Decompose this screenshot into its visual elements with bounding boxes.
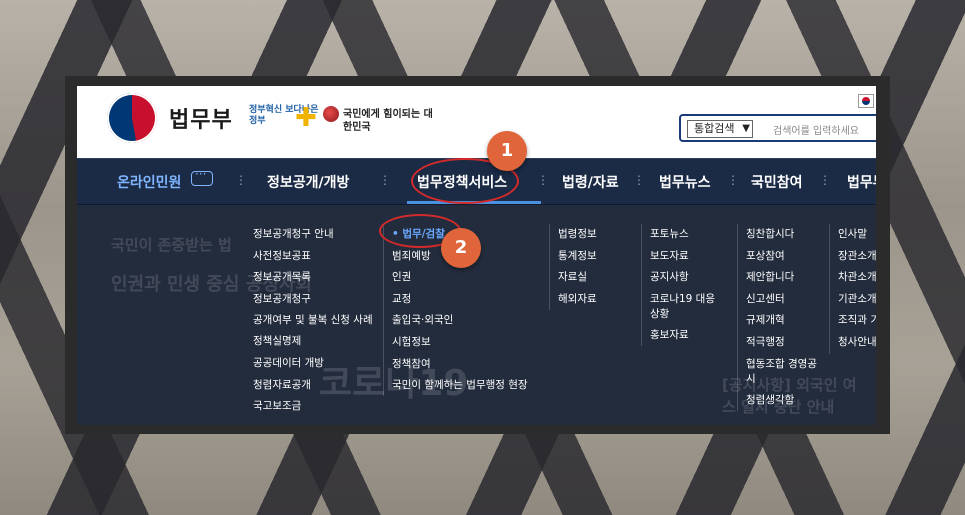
menu-link[interactable]: 정보공개목록 [253,267,373,289]
menu-link[interactable]: 정책실명제 [253,331,373,353]
menu-link[interactable]: 신고센터 [746,289,822,311]
menu-link[interactable]: 공지사항 [650,267,726,289]
plus-icon: ✚ [295,103,317,133]
nav-separator: ⋮ [633,173,645,187]
menu-link[interactable]: 출입국·외국인 [392,310,532,332]
menu-link[interactable]: 청사안내 [838,332,876,354]
nav-separator: ⋮ [379,173,391,187]
menu-link[interactable]: 인권 [392,267,532,289]
nav-news[interactable]: 법무뉴스 [659,172,711,192]
nav-laws-data[interactable]: 법령/자료 [562,172,619,192]
search-box: 통합검색 ▼ 검색어를 입력하세요 [679,114,876,142]
menu-link[interactable]: 국민이 함께하는 법무행정 현장 [392,375,532,396]
menu-column-participation: 칭찬합시다 포상참여 제안합니다 신고센터 규제개혁 적극행정 협동조합 경영공… [737,224,822,412]
menu-link[interactable]: 조직과 기능 [838,310,876,332]
government-emblem-icon[interactable] [107,93,157,143]
nav-online-service[interactable]: 온라인민원 [117,172,181,192]
search-scope-select[interactable]: 통합검색 ▼ [687,120,753,138]
menu-link[interactable]: 시험정보 [392,332,532,354]
menu-link[interactable]: 국고보조금 [253,396,373,418]
menu-link[interactable]: 통계정보 [558,246,634,268]
menu-link[interactable]: 차관소개 [838,267,876,289]
menu-link[interactable]: 규제개혁 [746,310,822,332]
menu-link[interactable]: 해외자료 [558,289,634,311]
annotation-badge-1: 1 [487,131,527,171]
menu-link[interactable]: 장관소개 [838,246,876,268]
search-scope-value: 통합검색 [694,122,735,135]
menu-link[interactable]: 법령정보 [558,224,634,246]
ghost-banner-text: 국민이 존중받는 법 [111,236,232,254]
menu-column-ministry: 인사말 장관소개 차관소개 기관소개 조직과 기능 청사안내 [829,224,876,354]
menu-link[interactable]: 정보공개청구 [253,289,373,311]
menu-column-news: 포토뉴스 보도자료 공지사항 코로나19 대응 상황 홍보자료 [641,224,726,347]
menu-link[interactable]: 포토뉴스 [650,224,726,246]
chevron-down-icon: ▼ [742,123,750,134]
menu-link[interactable]: 포상참여 [746,246,822,268]
national-slogan-logo: 국민에게 힘이되는 대한민국 [323,106,433,134]
annotation-badge-2: 2 [441,228,481,268]
menu-link[interactable]: 청렴생각함 [746,390,822,412]
nav-separator: ⋮ [537,173,549,187]
nav-participation[interactable]: 국민참여 [751,172,803,192]
menu-link[interactable]: 협동조합 경영공시 [746,354,822,390]
menu-link[interactable]: 청렴자료공개 [253,375,373,397]
ministry-name[interactable]: 법무부 [169,102,233,134]
gov-innovation-logo: 정부혁신 보다나은 정부 ✚ [249,105,319,133]
menu-link[interactable]: 기관소개 [838,289,876,311]
nav-separator: ⋮ [727,173,739,187]
slogan-right-text: 국민에게 힘이되는 대한민국 [343,109,433,133]
search-input[interactable]: 검색어를 입력하세요 [773,122,859,137]
menu-link[interactable]: 자료실 [558,267,634,289]
menu-link[interactable]: 칭찬합시다 [746,224,822,246]
korean-flag-icon[interactable] [858,94,874,108]
menu-link[interactable]: 코로나19 대응 상황 [650,289,726,325]
menu-link[interactable]: 정책참여 [392,354,532,376]
nav-separator: ⋮ [235,173,247,187]
nav-separator: ⋮ [819,173,831,187]
menu-column-laws: 법령정보 통계정보 자료실 해외자료 [549,224,634,311]
menu-link[interactable]: 공개여부 및 불복 신청 사례 [253,310,373,331]
menu-link[interactable]: 사전정보공표 [253,246,373,268]
menu-link[interactable]: 홍보자료 [650,325,726,347]
menu-link[interactable]: 인사말 [838,224,876,246]
menu-column-info: 정보공개청구 안내 사전정보공표 정보공개목록 정보공개청구 공개여부 및 불복… [253,224,373,418]
slogan-emblem-icon [323,106,339,122]
menu-link[interactable]: 적극행정 [746,332,822,354]
nav-info-disclosure[interactable]: 정보공개/개방 [267,172,349,192]
menu-link[interactable]: 보도자료 [650,246,726,268]
chat-icon[interactable] [191,167,213,186]
menu-link[interactable]: 공공데이터 개방 [253,353,373,375]
menu-link[interactable]: 정보공개청구 안내 [253,224,373,246]
site-header: 법무부 정부혁신 보다나은 정부 ✚ 국민에게 힘이되는 대한민국 통합검색 ▼… [77,86,876,158]
menu-link[interactable]: 교정 [392,289,532,311]
nav-ministry[interactable]: 법무부 [847,172,876,192]
menu-link[interactable]: 제안합니다 [746,267,822,289]
